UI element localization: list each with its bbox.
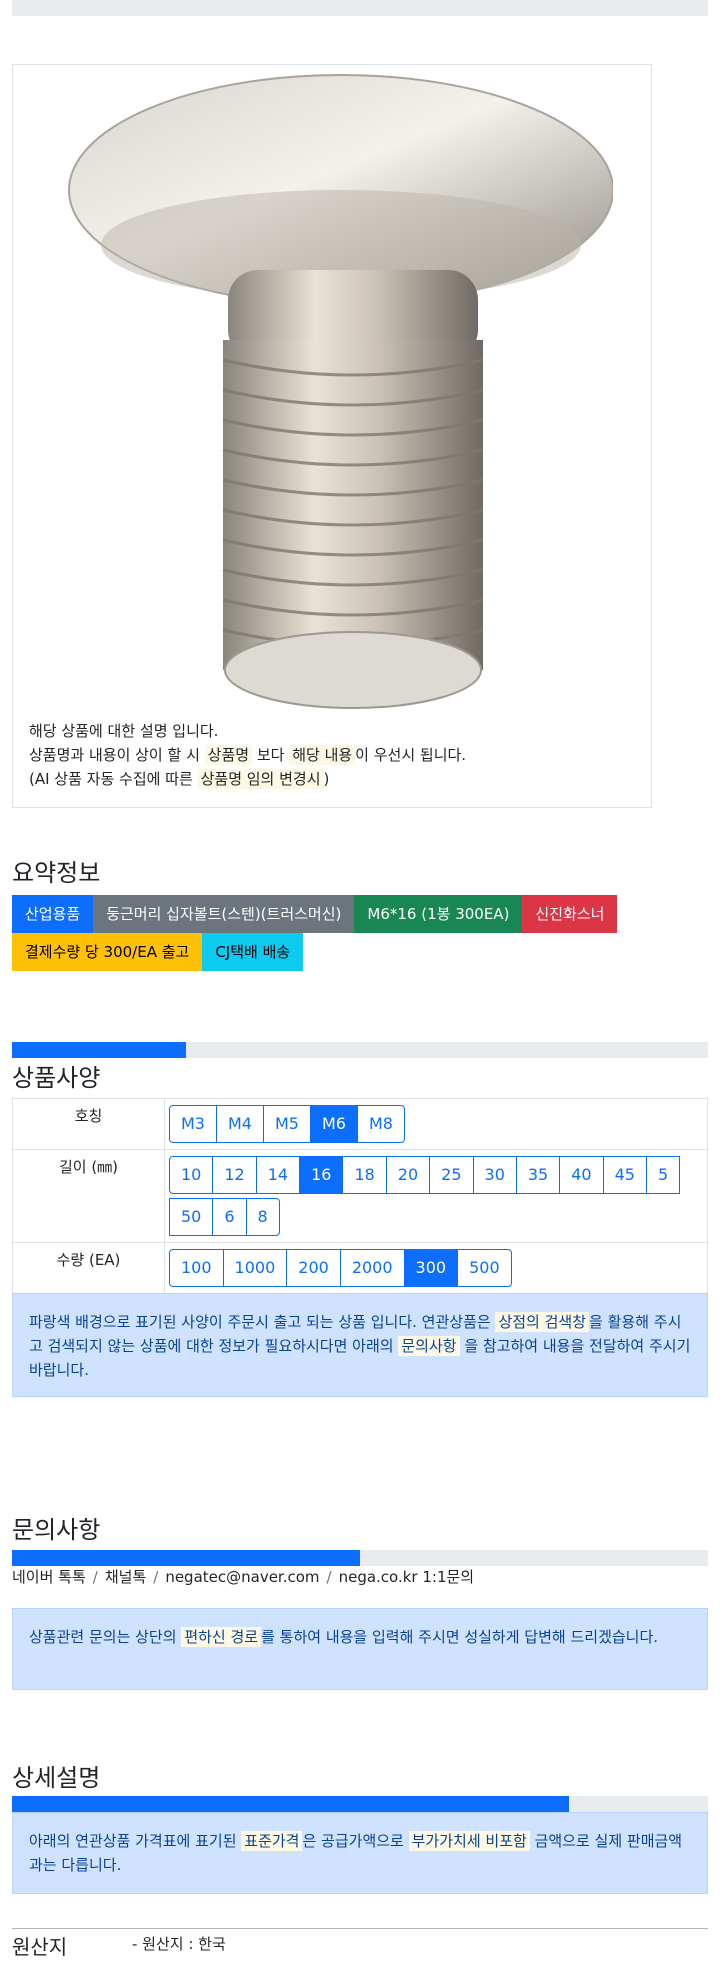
- spec-label: 길이 (㎜): [12, 1149, 165, 1243]
- badge-shipping-quantity: 결제수량 당 300/EA 출고: [12, 933, 203, 971]
- inquiry-title: 문의사항: [12, 1516, 101, 1544]
- badge-category: 산업용품: [12, 895, 94, 933]
- option-button[interactable]: M6: [309, 1105, 358, 1143]
- inquiry-notice: 상품관련 문의는 상단의 편하신 경로 를 통하여 내용을 입력해 주시면 성실하…: [12, 1608, 708, 1690]
- link-naver-talk[interactable]: 네이버 톡톡: [12, 1568, 86, 1586]
- option-button[interactable]: M3: [169, 1105, 217, 1143]
- badge-spec: M6*16 (1봉 300EA): [354, 895, 523, 933]
- option-button[interactable]: 18: [342, 1156, 387, 1194]
- spec-row: 수량 (EA) 100 1000 200 2000 300 500: [12, 1242, 708, 1294]
- option-button[interactable]: 25: [429, 1156, 474, 1194]
- highlight-product-name: 상품명: [204, 745, 253, 765]
- highlight-name-change: 상품명 임의 변경시: [197, 769, 324, 789]
- option-button[interactable]: 12: [212, 1156, 257, 1194]
- inquiry-progress: [12, 1550, 708, 1566]
- spec-options-cell: 100 1000 200 2000 300 500: [164, 1242, 708, 1294]
- option-button[interactable]: 20: [385, 1156, 431, 1194]
- notice-text: 은 공급가액으로: [302, 1832, 409, 1850]
- spec-row: 길이 (㎜) 10 12 14 16 18 20 25 30 35 40 45 5 50 6 8: [12, 1149, 708, 1243]
- desc-text: 이 우선시 됩니다.: [355, 746, 467, 764]
- notice-text: 를 통하여 내용을 입력해 주시면 성실하게 답변해 드리겠습니다.: [261, 1628, 659, 1646]
- desc-text: ): [323, 770, 330, 788]
- desc-line-2: 상품명과 내용이 상이 할 시 상품명 보다 해당 내용 이 우선시 됩니다.: [29, 743, 466, 767]
- option-button[interactable]: 5: [645, 1156, 681, 1194]
- option-button[interactable]: 100: [169, 1249, 224, 1287]
- summary-title: 요약정보: [12, 859, 101, 887]
- badge-delivery: CJ택배 배송: [202, 933, 304, 971]
- option-button[interactable]: 30: [472, 1156, 517, 1194]
- desc-line-1: 해당 상품에 대한 설명 입니다.: [29, 722, 219, 740]
- link-email[interactable]: negatec@naver.com: [165, 1568, 319, 1586]
- option-button[interactable]: 40: [559, 1156, 604, 1194]
- link-one-to-one[interactable]: nega.co.kr 1:1문의: [339, 1568, 475, 1586]
- option-group: 100 1000 200 2000 300 500: [169, 1249, 703, 1287]
- notice-text: 파랑색 배경으로 표기된 사양이 주문시 출고 되는 상품 입니다. 연관상품은: [29, 1313, 496, 1331]
- option-button[interactable]: 50: [169, 1198, 214, 1236]
- highlight-contact-route: 편하신 경로: [181, 1627, 262, 1647]
- badge-maker: 신진화스너: [522, 895, 618, 933]
- option-button[interactable]: 300: [403, 1249, 459, 1287]
- detail-progress: [12, 1796, 708, 1812]
- spec-label: 호칭: [12, 1098, 165, 1150]
- contact-links: 네이버 톡톡 / 채널톡 / negatec@naver.com / nega.co.kr …: [12, 1566, 474, 1587]
- option-button[interactable]: 35: [515, 1156, 561, 1194]
- spec-options-cell: 10 12 14 16 18 20 25 30 35 40 45 5 50 6 8: [164, 1149, 708, 1243]
- highlight-standard-price: 표준가격: [241, 1831, 303, 1851]
- specs-notice: 파랑색 배경으로 표기된 사양이 주문시 출고 되는 상품 입니다. 연관상품은…: [12, 1293, 708, 1397]
- spec-row: 호칭 M3 M4 M5 M6 M8: [12, 1098, 708, 1150]
- spec-label: 수량 (EA): [12, 1242, 165, 1294]
- option-button[interactable]: 45: [602, 1156, 647, 1194]
- product-image: [68, 74, 613, 709]
- option-button[interactable]: 200: [286, 1249, 341, 1287]
- option-group: 10 12 14 16 18 20 25 30 35 40 45 5 50 6 8: [169, 1156, 703, 1236]
- separator: /: [153, 1568, 159, 1586]
- detail-notice: 아래의 연관상품 가격표에 표기된 표준가격 은 공급가액으로 부가가치세 비포함…: [12, 1812, 708, 1894]
- option-button[interactable]: 14: [255, 1156, 301, 1194]
- option-button[interactable]: M8: [356, 1105, 405, 1143]
- product-description: 해당 상품에 대한 설명 입니다. 상품명과 내용이 상이 할 시 상품명 보다…: [29, 719, 466, 791]
- option-button[interactable]: M5: [262, 1105, 311, 1143]
- detail-progress-fill: [12, 1796, 569, 1812]
- separator: /: [326, 1568, 332, 1586]
- highlight-inquiry: 문의사항: [398, 1336, 460, 1356]
- origin-label: 원산지: [12, 1935, 68, 1959]
- specs-progress-fill: [12, 1042, 186, 1058]
- option-button[interactable]: M4: [215, 1105, 264, 1143]
- specs-title: 상품사양: [12, 1064, 101, 1092]
- spec-options-cell: M3 M4 M5 M6 M8: [164, 1098, 708, 1150]
- origin-value: - 원산지 : 한국: [132, 1935, 226, 1953]
- badge-product-name: 둥근머리 십자볼트(스텐)(트러스머신): [93, 895, 355, 933]
- highlight-content: 해당 내용: [289, 745, 356, 765]
- option-button[interactable]: 8: [245, 1198, 280, 1236]
- notice-text: 상품관련 문의는 상단의: [29, 1628, 182, 1646]
- product-card: 해당 상품에 대한 설명 입니다. 상품명과 내용이 상이 할 시 상품명 보다…: [12, 64, 652, 808]
- specs-progress: [12, 1042, 708, 1058]
- link-channel-talk[interactable]: 채널톡: [105, 1568, 146, 1586]
- origin-row: 원산지 - 원산지 : 한국: [12, 1928, 708, 1961]
- desc-text: (AI 상품 자동 수집에 따른: [29, 770, 198, 788]
- option-button[interactable]: 1000: [222, 1249, 288, 1287]
- option-button[interactable]: 500: [457, 1249, 512, 1287]
- option-button[interactable]: 10: [169, 1156, 214, 1194]
- spec-table: 호칭 M3 M4 M5 M6 M8 길이 (㎜) 10 12 14 16 18 20 25 30 35 40 45…: [12, 1098, 708, 1294]
- separator: /: [92, 1568, 98, 1586]
- summary-badges: 산업용품 둥근머리 십자볼트(스텐)(트러스머신) M6*16 (1봉 300E…: [12, 895, 702, 971]
- top-progress-track: [12, 0, 708, 16]
- notice-text: 아래의 연관상품 가격표에 표기된: [29, 1832, 242, 1850]
- option-button[interactable]: 6: [212, 1198, 247, 1236]
- detail-title: 상세설명: [12, 1764, 101, 1792]
- highlight-search-box: 상점의 검색창: [495, 1312, 590, 1332]
- desc-text: 상품명과 내용이 상이 할 시: [29, 746, 205, 764]
- desc-text: 보다: [252, 746, 290, 764]
- option-button[interactable]: 2000: [339, 1249, 405, 1287]
- option-group: M3 M4 M5 M6 M8: [169, 1105, 703, 1143]
- inquiry-progress-fill: [12, 1550, 360, 1566]
- option-button[interactable]: 16: [299, 1156, 344, 1194]
- desc-line-3: (AI 상품 자동 수집에 따른 상품명 임의 변경시): [29, 767, 466, 791]
- highlight-vat-excluded: 부가가치세 비포함: [408, 1831, 530, 1851]
